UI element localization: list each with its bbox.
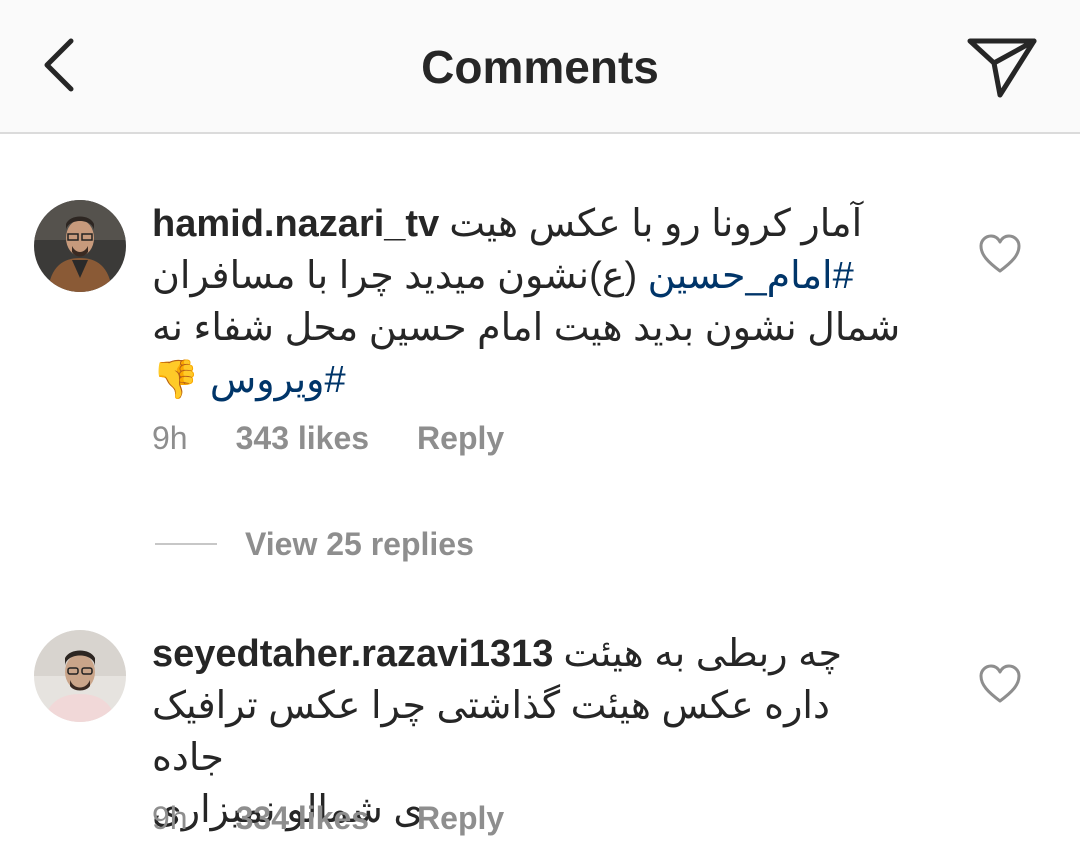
comment-text: (ع)نشون میدید چرا با مسافران	[152, 255, 648, 297]
comments-header: Comments	[0, 0, 1080, 134]
view-replies-label: View 25 replies	[245, 525, 474, 562]
comment-text-line: #امام_حسین (ع)نشون میدید چرا با مسافران	[152, 250, 912, 302]
share-button[interactable]	[964, 32, 1040, 102]
divider	[155, 543, 217, 545]
paper-plane-icon	[967, 38, 1037, 98]
thumbs-down-emoji: 👎	[152, 359, 200, 401]
like-button[interactable]	[978, 664, 1022, 704]
reply-button[interactable]: Reply	[417, 800, 504, 837]
comment-time: 9h	[152, 420, 188, 456]
heart-icon	[979, 234, 1021, 273]
comment-meta: 9h 334 likes Reply	[152, 800, 504, 837]
comment-meta: 9h 343 likes Reply	[152, 420, 504, 457]
comment-text-line: #ویروس 👎	[152, 354, 912, 406]
reply-button[interactable]: Reply	[417, 420, 504, 457]
heart-icon	[979, 664, 1021, 703]
view-replies-button[interactable]: View 25 replies	[155, 522, 474, 566]
comment-text: شمال نشون بدید هیت امام حسین محل شفاء نه	[152, 307, 901, 349]
likes-count[interactable]: 343 likes	[236, 420, 369, 457]
comment-username[interactable]: seyedtaher.razavi1313	[152, 633, 553, 675]
comment-username[interactable]: hamid.nazari_tv	[152, 203, 439, 245]
hashtag-link[interactable]: #امام_حسین	[648, 255, 854, 297]
likes-count[interactable]: 334 likes	[236, 800, 369, 837]
comment-text: چه ربطی به هیئت	[563, 633, 842, 675]
comment-body: hamid.nazari_tv آمار کرونا رو با عکس هیت …	[152, 198, 912, 406]
avatar[interactable]	[34, 630, 126, 722]
hashtag-link[interactable]: #ویروس	[210, 359, 346, 401]
page-title: Comments	[421, 41, 659, 93]
comment-text: آمار کرونا رو با عکس هیت	[449, 203, 863, 245]
comment-time: 9h	[152, 800, 188, 836]
comment-text: داره عکس هیئت گذاشتی چرا عکس ترافیک جاده	[152, 685, 830, 779]
avatar[interactable]	[34, 200, 126, 292]
like-button[interactable]	[978, 234, 1022, 274]
